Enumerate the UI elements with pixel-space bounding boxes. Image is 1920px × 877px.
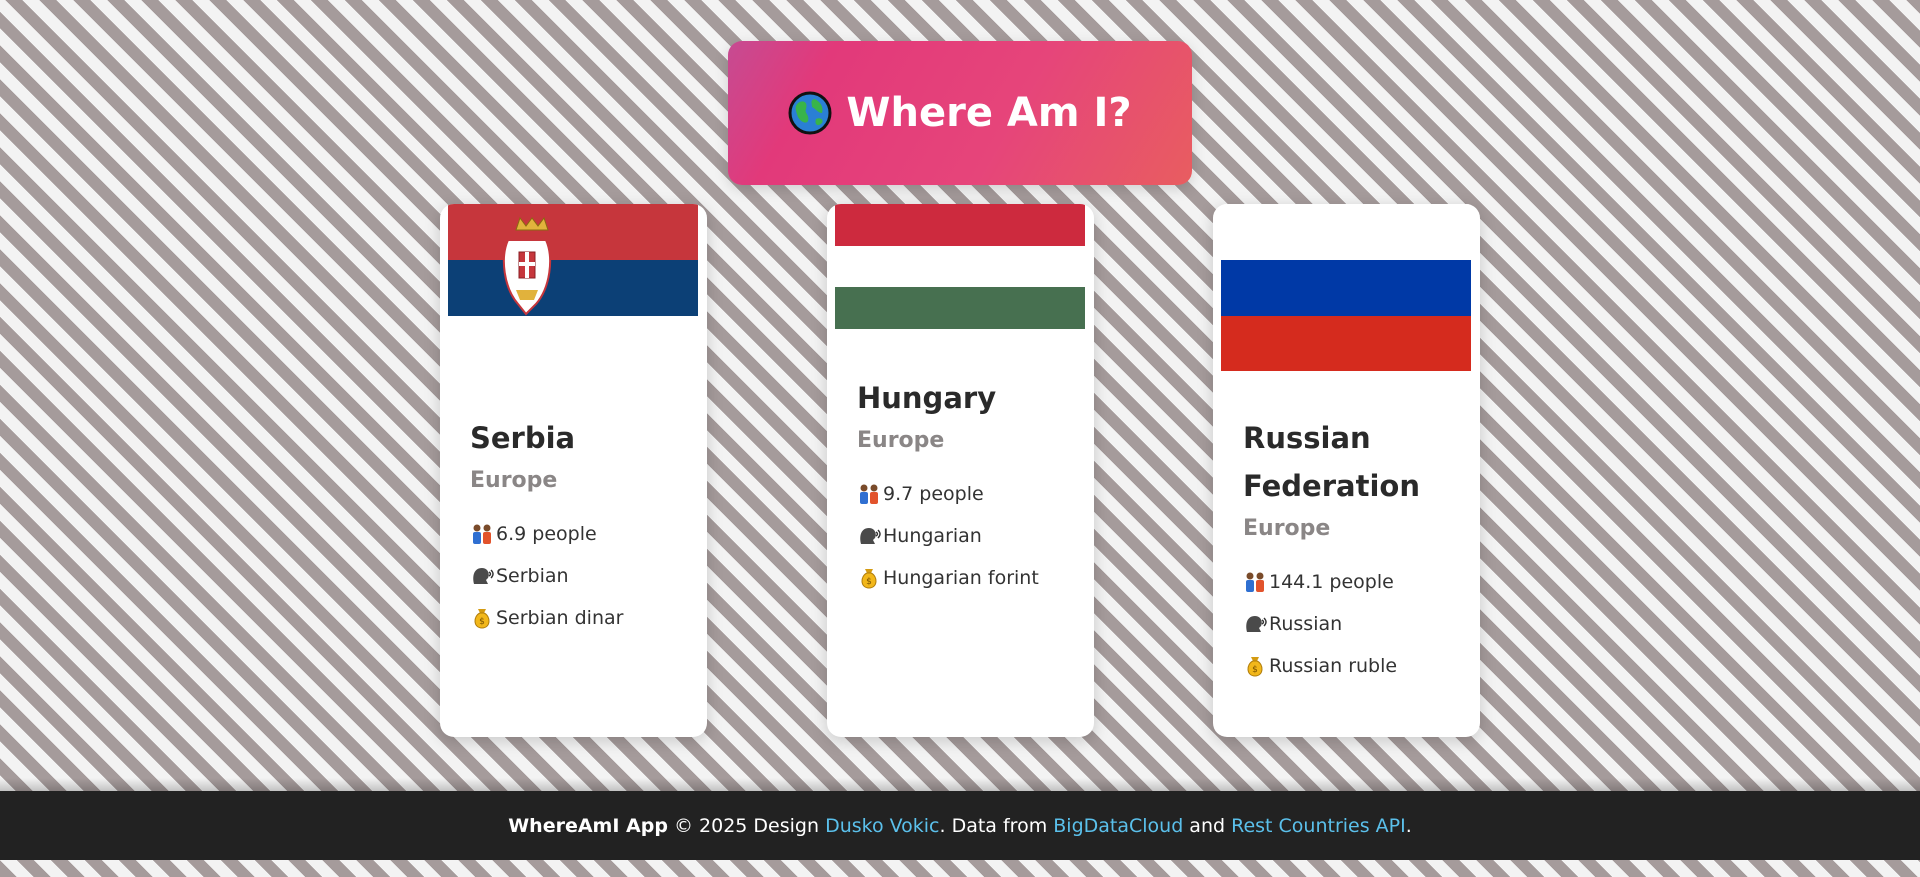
country-name: Serbia xyxy=(470,421,576,455)
footer-end: . xyxy=(1405,814,1412,837)
bigdatacloud-link[interactable]: BigDataCloud xyxy=(1053,815,1183,837)
footer: WhereAmI App © 2025 Design Dusko Vokic .… xyxy=(0,791,1920,860)
currency-text: Hungarian forint xyxy=(883,567,1039,589)
population-text: 144.1 people xyxy=(1269,571,1394,593)
country-card-russia: Russian Federation Europe 144.1 people R… xyxy=(1213,204,1480,737)
language-row: Hungarian xyxy=(857,515,1074,557)
language-text: Hungarian xyxy=(883,525,982,547)
money-bag-icon: $ xyxy=(861,569,877,589)
language-row: Russian xyxy=(1243,603,1460,645)
footer-data-from: . Data from xyxy=(939,814,1054,837)
speaking-head-icon xyxy=(860,528,881,544)
speaking-head-icon xyxy=(1246,616,1267,632)
population-row: 9.7 people xyxy=(857,473,1074,515)
currency-text: Serbian dinar xyxy=(496,607,624,629)
footer-copyright: © 2025 Design xyxy=(667,814,826,837)
population-text: 6.9 people xyxy=(496,523,597,545)
svg-text:$: $ xyxy=(866,577,872,587)
speaking-head-icon xyxy=(473,568,494,584)
country-name: Hungary xyxy=(857,381,997,415)
currency-text: Russian ruble xyxy=(1269,655,1398,677)
people-icon xyxy=(860,484,878,504)
people-icon xyxy=(473,524,491,544)
country-card-serbia: Serbia Europe 6.9 people Serbian $ Serbi… xyxy=(440,204,707,737)
country-card-hungary: Hungary Europe 9.7 people Hungarian $ Hu… xyxy=(827,204,1094,737)
language-row: Serbian xyxy=(470,555,687,597)
footer-shadow xyxy=(0,778,1920,791)
app-header: Where Am I? xyxy=(728,41,1192,185)
svg-text:$: $ xyxy=(1252,665,1258,675)
currency-row: $ Hungarian forint xyxy=(857,557,1074,599)
designer-link[interactable]: Dusko Vokic xyxy=(825,815,939,837)
footer-app-name: WhereAmI App xyxy=(508,814,668,837)
svg-text:$: $ xyxy=(479,617,485,627)
flag-serbia xyxy=(448,204,698,371)
people-icon xyxy=(1246,572,1264,592)
currency-row: $ Serbian dinar xyxy=(470,597,687,639)
rest-countries-link[interactable]: Rest Countries API xyxy=(1231,815,1406,837)
country-region: Europe xyxy=(470,468,558,493)
money-bag-icon: $ xyxy=(1247,657,1263,677)
flag-russia xyxy=(1221,204,1471,371)
app-title: Where Am I? xyxy=(846,90,1132,136)
currency-row: $ Russian ruble xyxy=(1243,645,1460,687)
country-region: Europe xyxy=(857,428,945,453)
globe-icon xyxy=(788,91,832,135)
footer-and: and xyxy=(1183,814,1232,837)
money-bag-icon: $ xyxy=(474,609,490,629)
country-name: Russian Federation xyxy=(1243,421,1420,503)
country-region: Europe xyxy=(1243,516,1331,541)
population-text: 9.7 people xyxy=(883,483,984,505)
population-row: 144.1 people xyxy=(1243,561,1460,603)
population-row: 6.9 people xyxy=(470,513,687,555)
language-text: Russian xyxy=(1269,613,1343,635)
flag-hungary xyxy=(835,204,1085,329)
language-text: Serbian xyxy=(496,565,569,587)
